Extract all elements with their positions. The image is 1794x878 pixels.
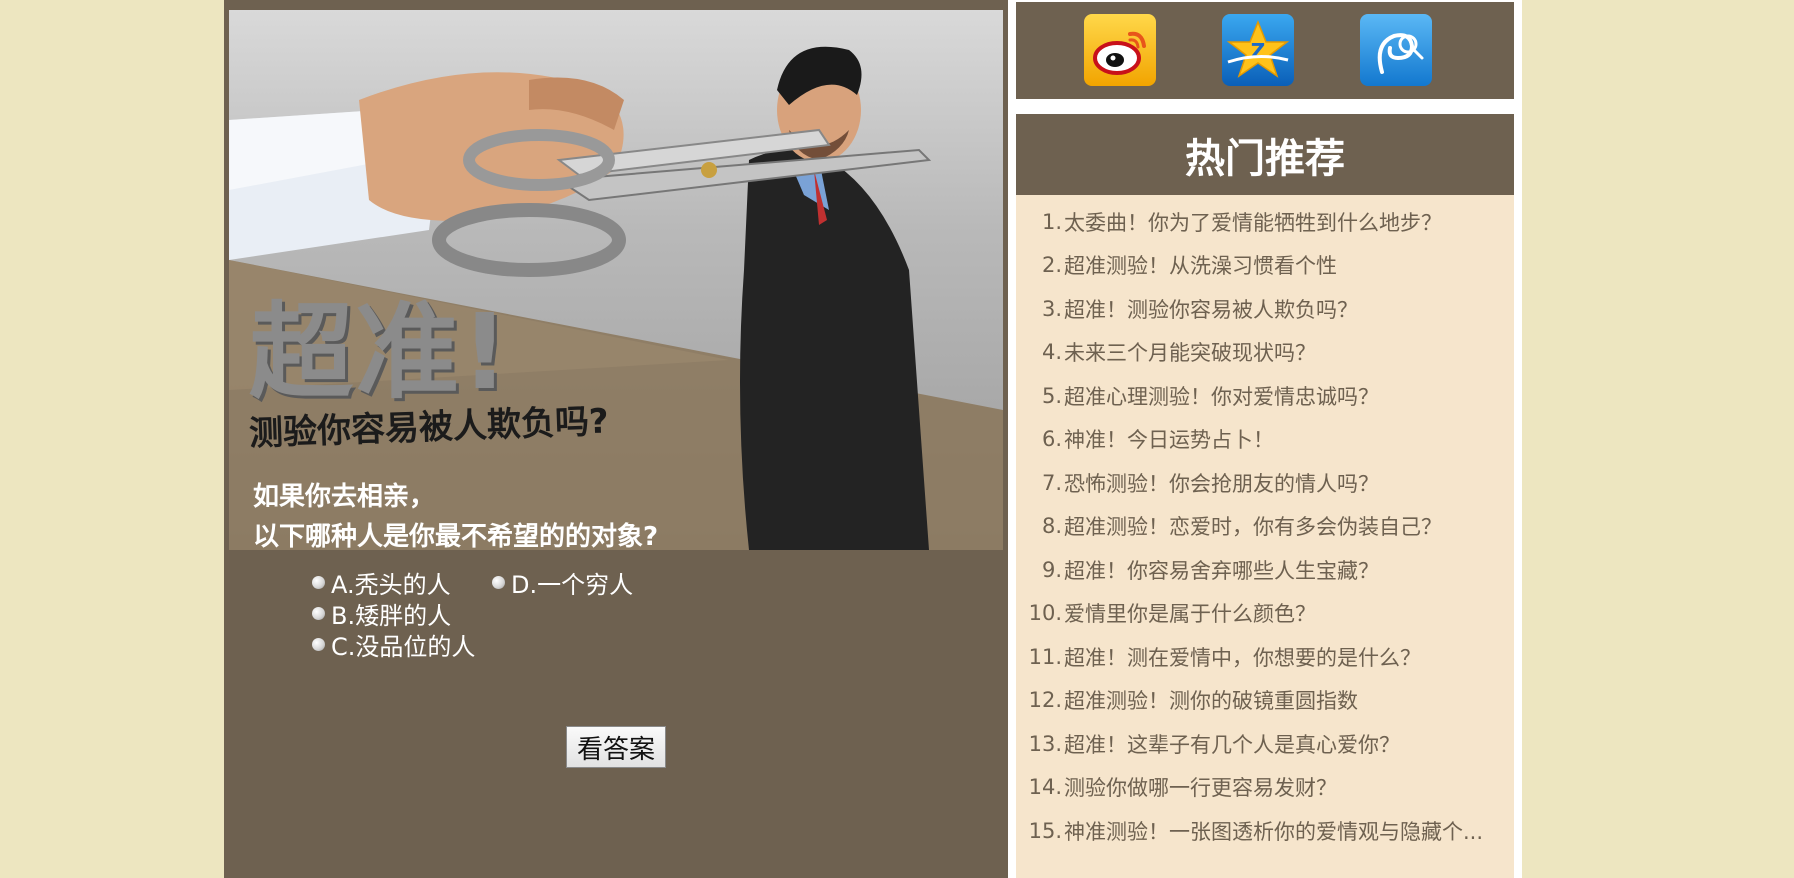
option-d-label: D.一个穷人 bbox=[511, 571, 634, 599]
hot-item-number: 5. bbox=[1041, 383, 1062, 408]
hot-item-number: 10. bbox=[1028, 601, 1062, 626]
qzone-icon[interactable]: Z bbox=[1222, 14, 1294, 86]
hot-item[interactable]: 11. 超准！测在爱情中，你想要的是什么？ bbox=[1016, 635, 1514, 679]
radio-bullet-icon[interactable] bbox=[312, 607, 325, 620]
hot-item-link[interactable]: 恐怖测验！你会抢朋友的情人吗？ bbox=[1064, 468, 1379, 498]
hot-item-number: 1. bbox=[1041, 209, 1062, 234]
option-b-label: B.矮胖的人 bbox=[331, 602, 452, 630]
hot-recommend-header: 热门推荐 bbox=[1016, 114, 1514, 195]
quiz-panel: 超准! 测验你容易被人欺负吗? 如果你去相亲， 以下哪种人是你最不希望的的对象?… bbox=[224, 0, 1008, 878]
hot-item-link[interactable]: 超准心理测验！你对爱情忠诚吗？ bbox=[1064, 381, 1379, 411]
hot-item-number: 15. bbox=[1028, 818, 1062, 843]
hot-item-link[interactable]: 超准！测验你容易被人欺负吗？ bbox=[1064, 294, 1358, 324]
hot-item-link[interactable]: 超准！你容易舍弃哪些人生宝藏？ bbox=[1064, 555, 1379, 585]
hot-item[interactable]: 8. 超准测验！恋爱时，你有多会伪装自己？ bbox=[1016, 505, 1514, 549]
option-a[interactable]: A.秃头的人 bbox=[312, 565, 451, 600]
hot-item-link[interactable]: 测验你做哪一行更容易发财？ bbox=[1064, 772, 1337, 802]
hot-item[interactable]: 5. 超准心理测验！你对爱情忠诚吗？ bbox=[1016, 374, 1514, 418]
hot-item[interactable]: 4. 未来三个月能突破现状吗？ bbox=[1016, 331, 1514, 375]
hot-item-link[interactable]: 神准！今日运势占卜！ bbox=[1064, 424, 1274, 454]
page-container: 超准! 测验你容易被人欺负吗? 如果你去相亲， 以下哪种人是你最不希望的的对象?… bbox=[224, 0, 1522, 878]
option-d[interactable]: D.一个穷人 bbox=[492, 565, 633, 600]
tencent-weibo-icon[interactable] bbox=[1360, 14, 1432, 86]
option-b[interactable]: B.矮胖的人 bbox=[312, 596, 451, 631]
hot-item[interactable]: 15. 神准测验！一张图透析你的爱情观与隐藏个... bbox=[1016, 809, 1514, 853]
hot-item-number: 14. bbox=[1028, 775, 1062, 800]
hot-item[interactable]: 3. 超准！测验你容易被人欺负吗？ bbox=[1016, 287, 1514, 331]
hot-item-link[interactable]: 未来三个月能突破现状吗？ bbox=[1064, 337, 1316, 367]
hot-item-number: 9. bbox=[1041, 557, 1062, 582]
hot-item-number: 6. bbox=[1041, 427, 1062, 452]
hot-recommend-panel: 热门推荐 1. 太委曲！你为了爱情能牺牲到什么地步？ 2. 超准测验！从洗澡习惯看个… bbox=[1016, 114, 1514, 878]
hot-item-link[interactable]: 超准！这辈子有几个人是真心爱你？ bbox=[1064, 729, 1400, 759]
option-c[interactable]: C.没品位的人 bbox=[312, 627, 475, 662]
option-c-label: C.没品位的人 bbox=[331, 633, 476, 661]
banner-title: 超准! bbox=[249, 291, 511, 413]
hot-item[interactable]: 10. 爱情里你是属于什么颜色？ bbox=[1016, 592, 1514, 636]
hot-item-link[interactable]: 超准！测在爱情中，你想要的是什么？ bbox=[1064, 642, 1421, 672]
hot-item[interactable]: 6. 神准！今日运势占卜！ bbox=[1016, 418, 1514, 462]
hot-item-link[interactable]: 超准测验！测你的破镜重圆指数 bbox=[1064, 685, 1358, 715]
hot-item[interactable]: 2. 超准测验！从洗澡习惯看个性 bbox=[1016, 244, 1514, 288]
banner-illustration bbox=[229, 46, 1003, 550]
hot-item[interactable]: 14. 测验你做哪一行更容易发财？ bbox=[1016, 766, 1514, 810]
banner-question-line1: 如果你去相亲， bbox=[253, 482, 436, 512]
share-bar: Z bbox=[1016, 2, 1514, 99]
hot-item-number: 11. bbox=[1028, 644, 1062, 669]
svg-text:Z: Z bbox=[1251, 39, 1266, 63]
hot-item[interactable]: 13. 超准！这辈子有几个人是真心爱你？ bbox=[1016, 722, 1514, 766]
weibo-icon[interactable] bbox=[1084, 14, 1156, 86]
hot-item-link[interactable]: 爱情里你是属于什么颜色？ bbox=[1064, 598, 1316, 628]
hot-item[interactable]: 1. 太委曲！你为了爱情能牺牲到什么地步？ bbox=[1016, 200, 1514, 244]
hot-item-number: 13. bbox=[1028, 731, 1062, 756]
hot-item-number: 3. bbox=[1041, 296, 1062, 321]
hot-item-number: 4. bbox=[1041, 340, 1062, 365]
radio-bullet-icon[interactable] bbox=[312, 576, 325, 589]
hot-item-link[interactable]: 超准测验！恋爱时，你有多会伪装自己？ bbox=[1064, 511, 1442, 541]
hot-item[interactable]: 12. 超准测验！测你的破镜重圆指数 bbox=[1016, 679, 1514, 723]
hot-item[interactable]: 7. 恐怖测验！你会抢朋友的情人吗？ bbox=[1016, 461, 1514, 505]
hot-item[interactable]: 9. 超准！你容易舍弃哪些人生宝藏？ bbox=[1016, 548, 1514, 592]
radio-bullet-icon[interactable] bbox=[312, 638, 325, 651]
hot-item-link[interactable]: 超准测验！从洗澡习惯看个性 bbox=[1064, 250, 1337, 280]
hot-item-number: 12. bbox=[1028, 688, 1062, 713]
quiz-banner-image: 超准! 测验你容易被人欺负吗? 如果你去相亲， 以下哪种人是你最不希望的的对象? bbox=[229, 10, 1003, 550]
view-answer-button[interactable]: 看答案 bbox=[566, 726, 666, 768]
hot-recommend-list: 1. 太委曲！你为了爱情能牺牲到什么地步？ 2. 超准测验！从洗澡习惯看个性 3. 超… bbox=[1016, 200, 1514, 853]
radio-bullet-icon[interactable] bbox=[492, 576, 505, 589]
option-a-label: A.秃头的人 bbox=[331, 571, 451, 599]
banner-question-line2: 以下哪种人是你最不希望的的对象? bbox=[253, 522, 659, 550]
hot-item-number: 7. bbox=[1041, 470, 1062, 495]
hot-recommend-title: 热门推荐 bbox=[1185, 135, 1345, 182]
hot-item-link[interactable]: 太委曲！你为了爱情能牺牲到什么地步？ bbox=[1064, 207, 1442, 237]
hot-item-number: 2. bbox=[1041, 253, 1062, 278]
hot-item-number: 8. bbox=[1041, 514, 1062, 539]
hot-item-link[interactable]: 神准测验！一张图透析你的爱情观与隐藏个... bbox=[1064, 816, 1483, 846]
